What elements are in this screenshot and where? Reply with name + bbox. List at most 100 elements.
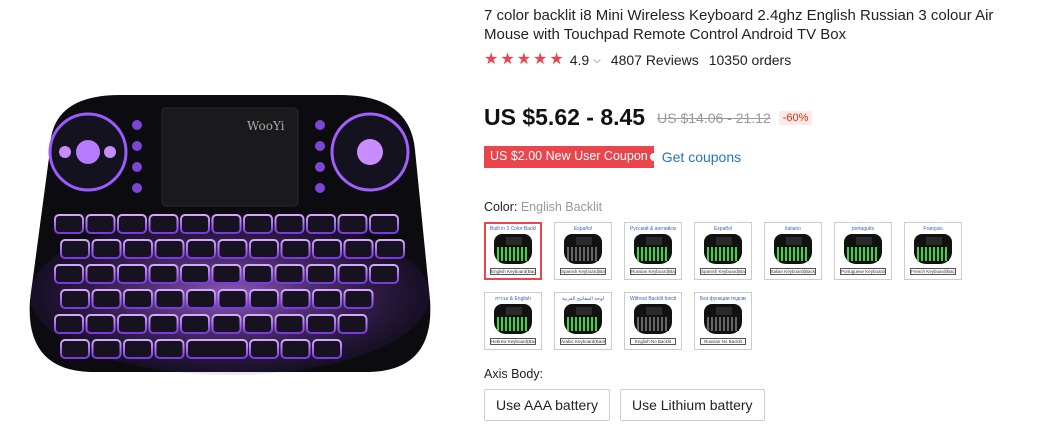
keyboard-key	[217, 289, 248, 309]
keyboard-key	[154, 289, 185, 309]
swatch-top-label: Español	[713, 226, 733, 232]
swatch-image: Built in 3 Color Backlit English Keyboard…	[488, 226, 538, 276]
keyboard-key	[117, 314, 147, 334]
keyboard-key	[180, 314, 210, 334]
axis-body-options: Use AAA battery Use Lithium battery	[484, 389, 765, 421]
keyboard-key	[274, 214, 305, 234]
keyboard-thumbnail	[494, 304, 532, 334]
keyboard-key	[60, 289, 90, 309]
keyboard-key	[148, 264, 179, 284]
keyboard-image: WooYi	[29, 95, 431, 375]
color-swatch[interactable]: italiano Italian Keyboard(Backlit)	[764, 222, 822, 280]
swatch-top-label: Français	[923, 226, 943, 232]
color-swatch[interactable]: Без функции подсветки Russian No Backlit	[694, 292, 752, 350]
keyboard-key	[249, 239, 279, 259]
swatch-image: لوحة المفاتيح العربية Arabic Keyboard(Bac…	[558, 296, 608, 346]
swatch-image: Français French Keyboard(Backlit)	[908, 226, 958, 276]
keyboard-key	[123, 339, 153, 359]
swatch-top-label: Español	[573, 226, 593, 232]
reviews-count[interactable]: 4807 Reviews	[611, 52, 699, 68]
swatch-image: Español Spanish Keyboard(Backlit)	[558, 226, 608, 276]
color-swatch[interactable]: português Portuguese Keyboard(Backlit)	[834, 222, 892, 280]
rating-score[interactable]: 4.9	[570, 52, 589, 68]
color-swatch[interactable]: עברית & English Hebrew Keyboard(Backlit)	[484, 292, 542, 350]
swatch-bottom-label: Hebrew Keyboard(Backlit)	[490, 338, 536, 345]
product-image: WooYi	[10, 80, 450, 380]
chevron-down-icon[interactable]: ⌵	[593, 55, 601, 66]
star-icon: ★	[549, 51, 564, 68]
keyboard-key	[91, 239, 122, 259]
keyboard-key	[54, 314, 84, 334]
keyboard-key	[343, 289, 374, 309]
keyboard-key	[123, 289, 153, 309]
coupon-badge: US $2.00 New User Coupon	[484, 146, 658, 168]
swatch-bottom-label: French Keyboard(Backlit)	[910, 268, 956, 275]
brand-label: WooYi	[247, 119, 285, 133]
swatch-top-label: português	[851, 226, 875, 232]
swatch-top-label: italiano	[785, 226, 801, 232]
swatch-bottom-label: Russian No Backlit	[700, 338, 746, 345]
product-title: 7 color backlit i8 Mini Wireless Keyboar…	[484, 7, 994, 43]
get-coupons-link[interactable]: Get coupons	[662, 149, 741, 165]
keyboard-key	[306, 264, 336, 284]
keyboard-key	[217, 239, 248, 259]
swatch-top-label: Without Backlit function	[630, 296, 676, 302]
keyboard-key	[91, 289, 122, 309]
keyboard-thumbnail	[774, 234, 812, 264]
coupon-row: US $2.00 New User Coupon Get coupons	[484, 146, 741, 168]
color-swatch[interactable]: Built in 3 Color Backlit English Keyboard…	[484, 222, 542, 280]
rating-row: ★ ★ ★ ★ ★ 4.9 ⌵ 4807 Reviews 10350 order…	[484, 52, 791, 69]
keyboard-key	[337, 214, 368, 234]
rating-stars: ★ ★ ★ ★ ★	[484, 52, 564, 68]
swatch-bottom-label: Portuguese Keyboard(Backlit)	[840, 268, 886, 275]
keyboard-thumbnail	[494, 234, 532, 264]
color-swatch[interactable]: Français French Keyboard(Backlit)	[904, 222, 962, 280]
keyboard-key	[85, 264, 116, 284]
keyboard-thumbnail	[704, 304, 742, 334]
color-swatch[interactable]: Русский & английский Russian Keyboard(Bac…	[624, 222, 682, 280]
keyboard-key	[148, 214, 179, 234]
keyboard-key	[249, 289, 279, 309]
keyboard-key	[186, 339, 248, 359]
color-label-key: Color:	[484, 200, 518, 214]
star-icon: ★	[484, 51, 499, 68]
keyboard-key	[312, 289, 342, 309]
current-price: US $5.62 - 8.45	[484, 104, 646, 130]
keyboard-key	[274, 264, 305, 284]
keyboard-key	[180, 264, 210, 284]
option-aaa-battery[interactable]: Use AAA battery	[484, 389, 610, 421]
keyboard-key	[280, 289, 311, 309]
keyboard-thumbnail	[634, 304, 672, 334]
keyboard-key	[312, 339, 342, 359]
keyboard-key	[186, 239, 216, 259]
swatch-bottom-label: Arabic Keyboard(Backlit)	[560, 338, 606, 345]
color-swatch[interactable]: لوحة المفاتيح العربية Arabic Keyboard(Bac…	[554, 292, 612, 350]
swatch-bottom-label: English Keyboard(Backlit)	[490, 268, 536, 275]
axis-body-label: Axis Body:	[484, 367, 544, 381]
swatch-image: português Portuguese Keyboard(Backlit)	[838, 226, 888, 276]
color-swatch[interactable]: Español Spanish Keyboard(Backlit)	[694, 222, 752, 280]
swatch-top-label: Без функции подсветки	[700, 296, 746, 302]
swatch-top-label: עברית & English	[495, 296, 531, 302]
keyboard-key	[211, 264, 242, 284]
swatch-image: Без функции подсветки Russian No Backlit	[698, 296, 748, 346]
star-icon: ★	[533, 51, 548, 68]
swatch-image: עברית & English Hebrew Keyboard(Backlit)	[488, 296, 538, 346]
keyboard-key	[243, 264, 273, 284]
keyboard-key	[243, 314, 273, 334]
keyboard-thumbnail	[564, 234, 602, 264]
keyboard-key	[274, 314, 305, 334]
keyboard-key	[186, 289, 216, 309]
keyboard-key	[91, 339, 122, 359]
keyboard-key	[243, 214, 273, 234]
star-icon: ★	[500, 51, 515, 68]
swatch-top-label: Русский & английский	[630, 226, 676, 232]
color-swatch[interactable]: Without Backlit function English No Backl…	[624, 292, 682, 350]
swatch-top-label: Built in 3 Color Backlit	[490, 226, 536, 232]
keyboard-key	[154, 339, 185, 359]
option-lithium-battery[interactable]: Use Lithium battery	[619, 389, 765, 421]
keyboard-key	[280, 339, 311, 359]
keyboard-key	[306, 314, 336, 334]
keyboard-key	[337, 264, 368, 284]
color-swatch[interactable]: Español Spanish Keyboard(Backlit)	[554, 222, 612, 280]
